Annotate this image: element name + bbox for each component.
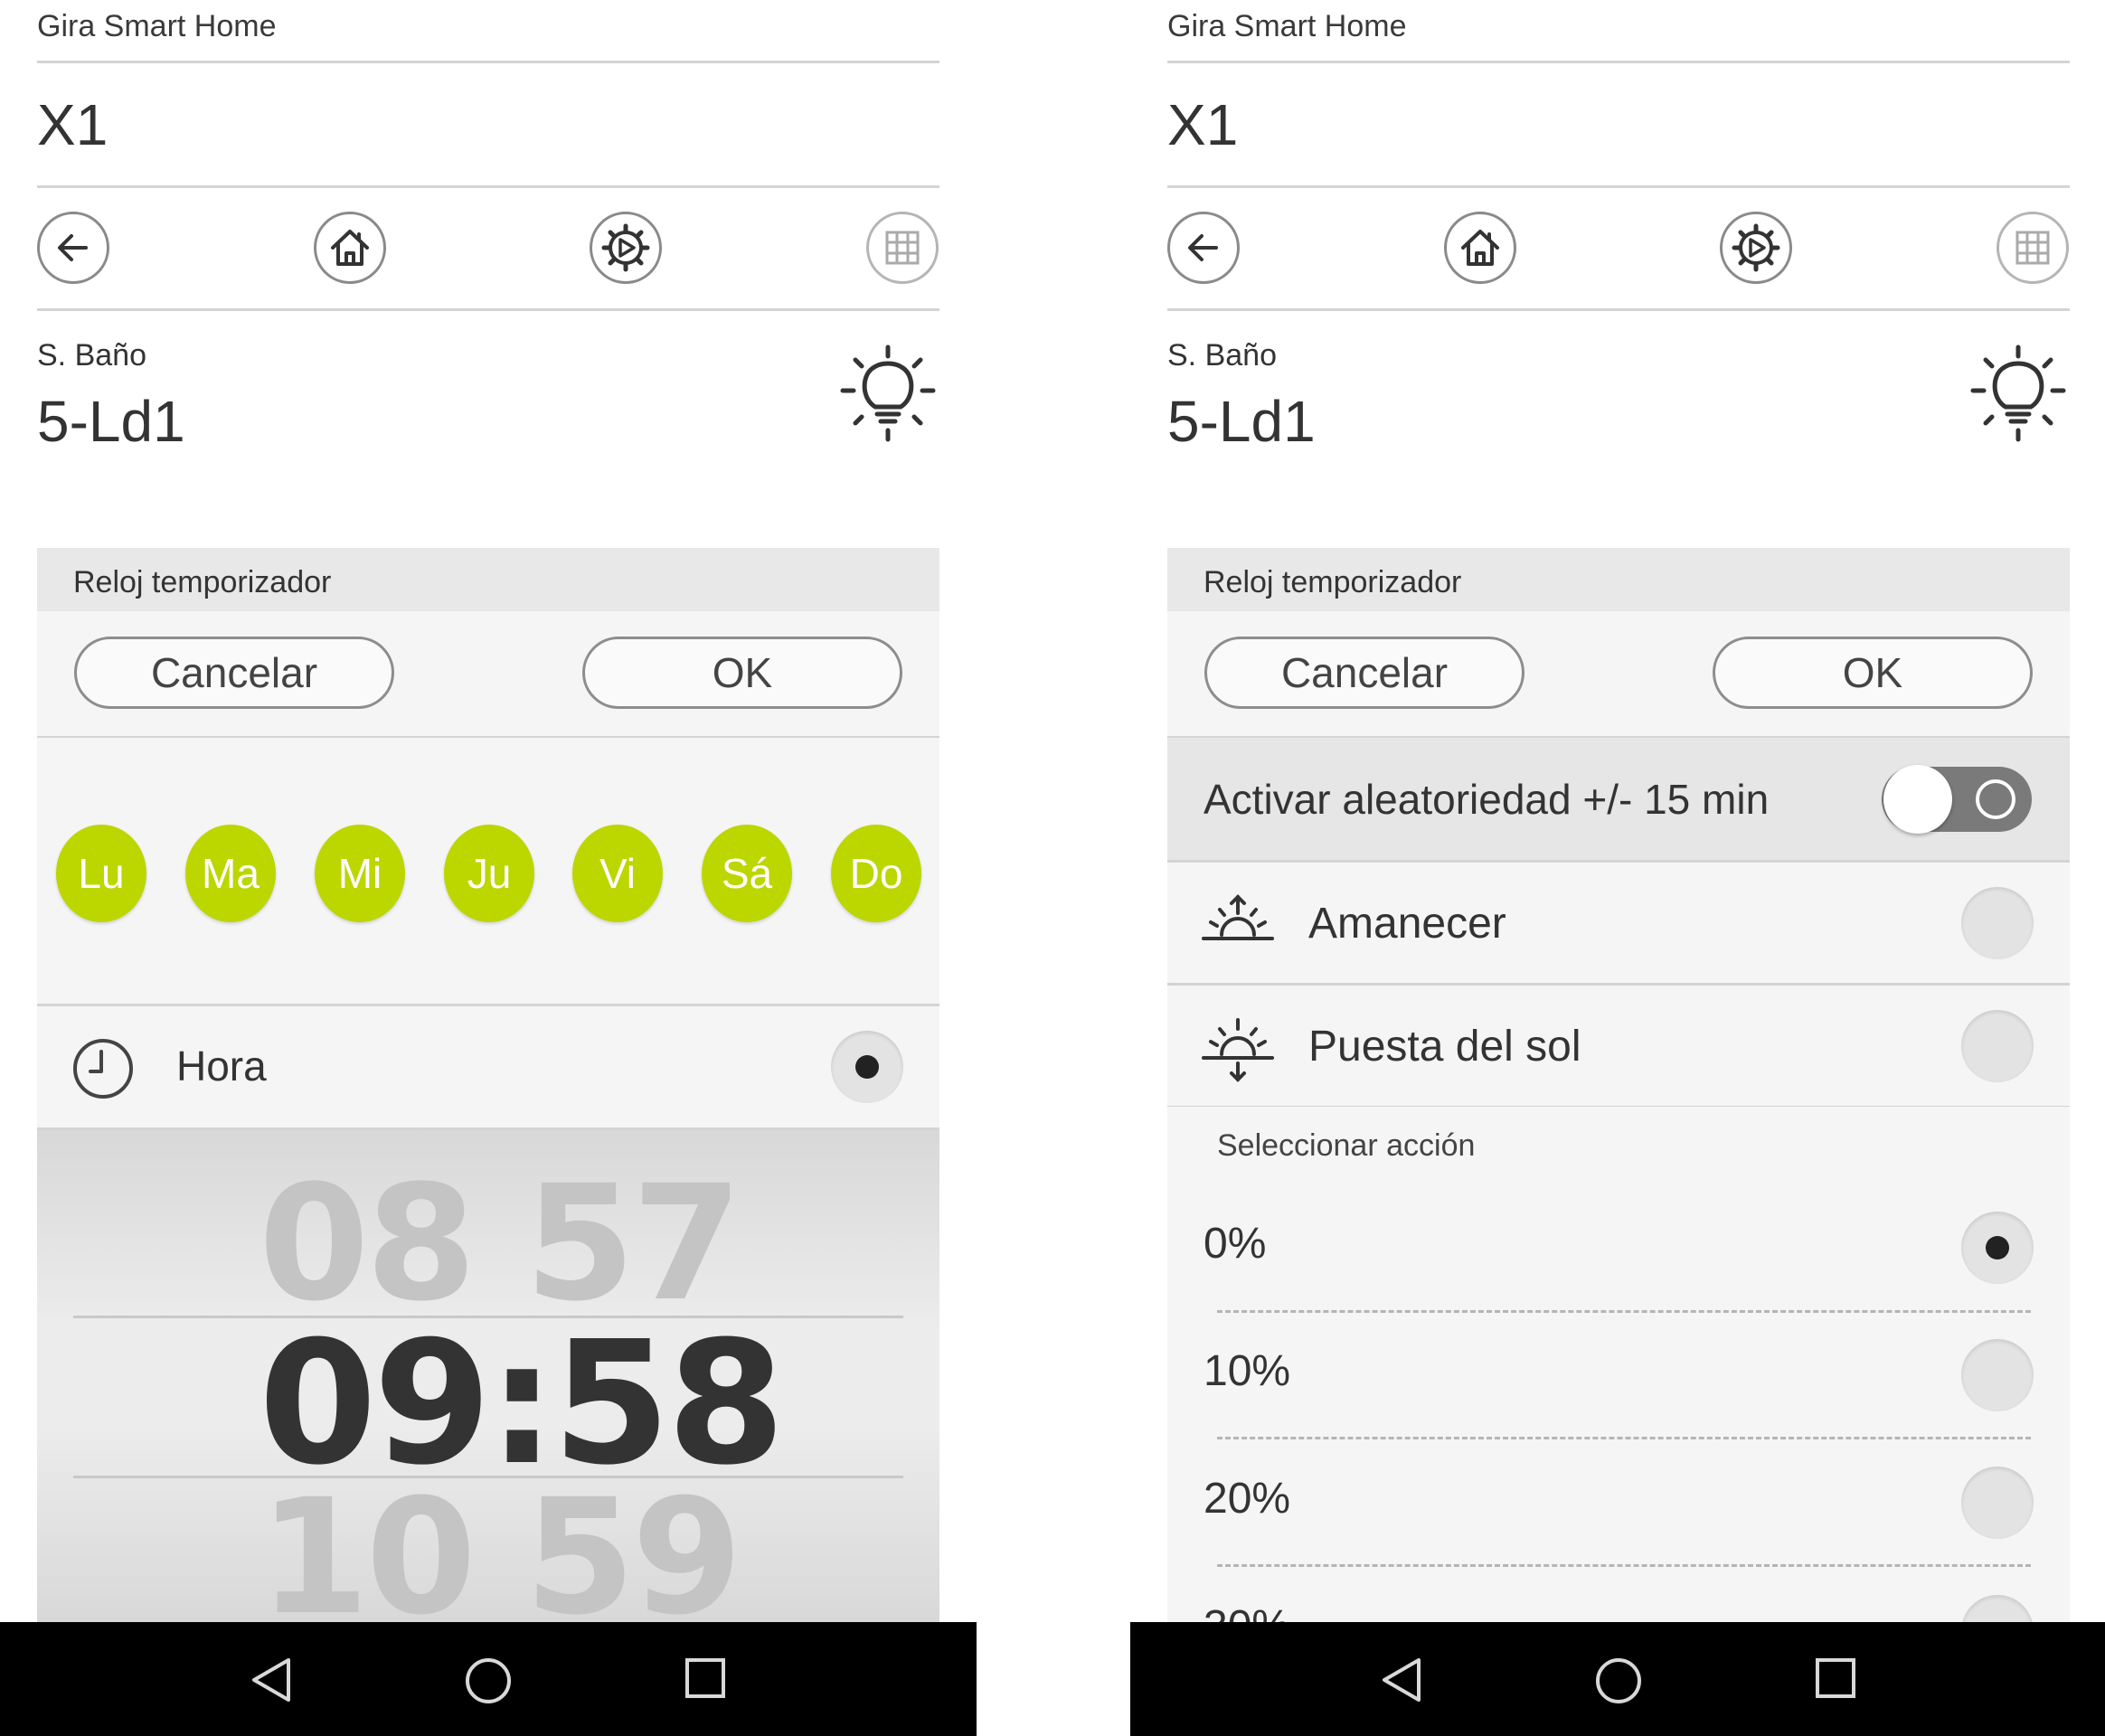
- room-name: S. Baño: [1167, 338, 1277, 373]
- arrow-left-icon: [58, 234, 88, 261]
- nav-recents-icon[interactable]: [1814, 1656, 1857, 1700]
- time-mode-row[interactable]: Hora: [37, 1006, 939, 1130]
- day-toggle[interactable]: Ju: [444, 825, 534, 922]
- divider: [37, 185, 939, 188]
- light-bulb-icon: [840, 344, 936, 442]
- random-toggle-row: Activar aleatoriedad +/- 15 min: [1167, 738, 2070, 863]
- grid-button[interactable]: [1996, 212, 2069, 284]
- sunset-row[interactable]: Puesta del sol: [1167, 986, 2070, 1109]
- option-divider: [1217, 1310, 2031, 1313]
- action-title: Seleccionar acción: [1217, 1128, 1476, 1163]
- divider: [1167, 308, 2070, 311]
- room-title: X1: [37, 92, 109, 157]
- switch-knob: [1883, 765, 1952, 834]
- option-divider: [1217, 1564, 2031, 1567]
- option-radio[interactable]: [1961, 1212, 2034, 1284]
- divider: [1167, 185, 2070, 188]
- device-name: 5-Ld1: [1167, 389, 1316, 454]
- device-name: 5-Ld1: [37, 389, 185, 454]
- sunrise-icon: [1202, 894, 1274, 940]
- option-divider: [1217, 1437, 2031, 1439]
- section-header: Reloj temporizador: [37, 548, 939, 611]
- screen-timer-options: Gira Smart Home X1 S. Baño 5-Ld1 Reloj t…: [1130, 0, 2105, 1736]
- system-nav-bar: [1130, 1622, 2105, 1736]
- nav-home-icon[interactable]: [1594, 1656, 1643, 1705]
- action-list: Seleccionar acción 0% 10% 20% 30%: [1167, 1107, 2070, 1623]
- switch-off-ring: [1976, 779, 2015, 819]
- back-button[interactable]: [1167, 212, 1240, 284]
- back-button[interactable]: [37, 212, 109, 284]
- option-label: 30%: [1204, 1599, 1290, 1623]
- day-toggle[interactable]: Lu: [56, 825, 146, 922]
- random-toggle-switch[interactable]: [1882, 765, 2032, 834]
- gear-play-icon: [1732, 223, 1780, 272]
- grid-icon: [2015, 231, 2050, 265]
- day-toggle[interactable]: Do: [831, 825, 921, 922]
- option-radio[interactable]: [1961, 1595, 2034, 1623]
- time-prev: 08 57: [259, 1151, 742, 1336]
- time-picker[interactable]: 08 57 09:58 10 59: [37, 1130, 939, 1623]
- cancel-button[interactable]: Cancelar: [74, 637, 394, 709]
- system-nav-bar: [0, 1622, 977, 1736]
- app-title: Gira Smart Home: [37, 9, 277, 43]
- arrow-left-icon: [1188, 234, 1218, 261]
- day-toggle[interactable]: Mi: [315, 825, 405, 922]
- button-bar: Cancelar OK: [37, 611, 939, 739]
- sunrise-row[interactable]: Amanecer: [1167, 863, 2070, 986]
- ok-button[interactable]: OK: [582, 637, 902, 709]
- divider: [37, 61, 939, 63]
- grid-icon: [885, 231, 920, 265]
- sunset-radio[interactable]: [1961, 1010, 2034, 1082]
- day-toggle[interactable]: Sá: [702, 825, 792, 922]
- clock-icon: [73, 1039, 133, 1099]
- settings-button[interactable]: [590, 212, 662, 284]
- light-bulb-icon: [1970, 344, 2066, 442]
- option-radio[interactable]: [1961, 1467, 2034, 1539]
- day-toggle[interactable]: Vi: [572, 825, 663, 922]
- nav-recents-icon[interactable]: [684, 1656, 727, 1700]
- screen-timer-days: Gira Smart Home X1 S. Baño 5-Ld1 Reloj t…: [0, 0, 977, 1736]
- random-toggle-label: Activar aleatoriedad +/- 15 min: [1204, 776, 1770, 823]
- home-button[interactable]: [314, 212, 386, 284]
- cancel-button[interactable]: Cancelar: [1204, 637, 1524, 709]
- nav-back-icon[interactable]: [249, 1656, 294, 1703]
- time-mode-radio[interactable]: [831, 1031, 903, 1103]
- time-mode-label: Hora: [176, 1043, 267, 1090]
- nav-back-icon[interactable]: [1379, 1656, 1424, 1703]
- section-header: Reloj temporizador: [1167, 548, 2070, 611]
- sunrise-label: Amanecer: [1308, 900, 1506, 948]
- room-name: S. Baño: [37, 338, 146, 373]
- divider: [37, 308, 939, 311]
- weekday-selector: Lu Ma Mi Ju Vi Sá Do: [37, 738, 939, 1006]
- home-icon: [1461, 230, 1499, 266]
- day-toggle[interactable]: Ma: [185, 825, 276, 922]
- grid-button[interactable]: [866, 212, 939, 284]
- home-button[interactable]: [1444, 212, 1516, 284]
- home-icon: [331, 230, 369, 266]
- nav-home-icon[interactable]: [464, 1656, 513, 1705]
- option-label: 20%: [1204, 1475, 1291, 1523]
- room-title: X1: [1167, 92, 1239, 157]
- sunset-label: Puesta del sol: [1308, 1023, 1581, 1071]
- sunset-icon: [1202, 1018, 1274, 1082]
- button-bar: Cancelar OK: [1167, 611, 2070, 739]
- time-next: 10 59: [259, 1465, 742, 1624]
- option-label: 10%: [1204, 1347, 1291, 1395]
- app-title: Gira Smart Home: [1167, 9, 1407, 43]
- option-label: 0%: [1204, 1220, 1267, 1268]
- divider: [1167, 61, 2070, 63]
- ok-button[interactable]: OK: [1713, 637, 2033, 709]
- settings-button[interactable]: [1720, 212, 1792, 284]
- sunrise-radio[interactable]: [1961, 887, 2034, 959]
- option-radio[interactable]: [1961, 1339, 2034, 1411]
- gear-play-icon: [601, 223, 650, 272]
